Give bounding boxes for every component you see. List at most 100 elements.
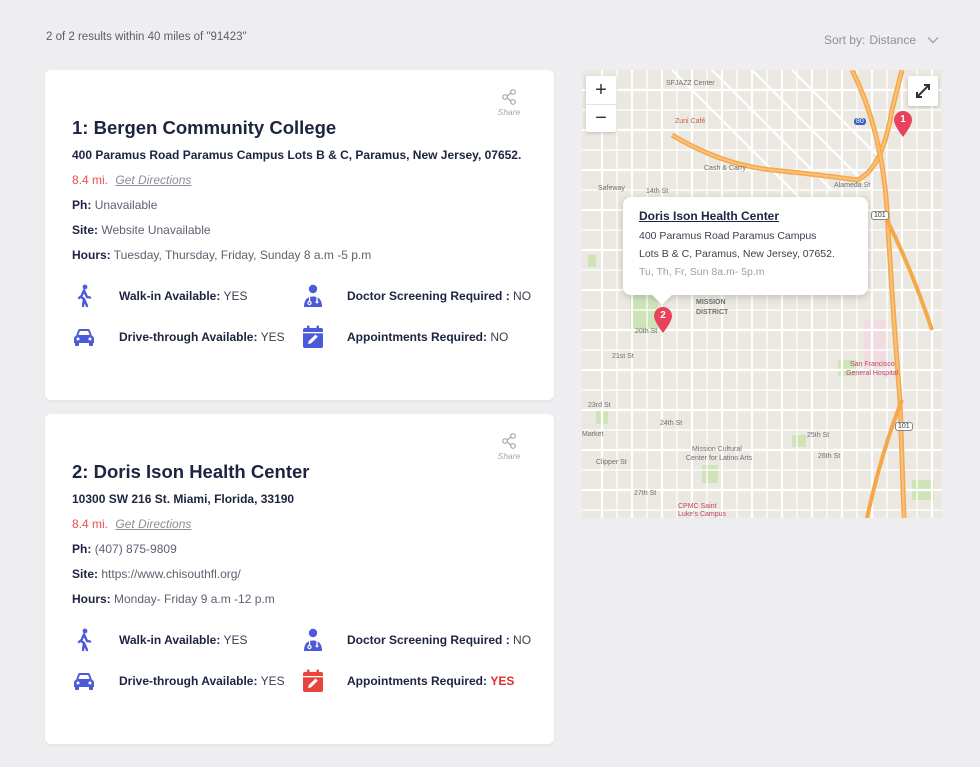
map-label-23rd: 23rd St [588, 402, 611, 409]
result-card-1: Share 1: Bergen Community College 400 Pa… [45, 70, 554, 400]
share-icon [502, 89, 516, 105]
walkin-value: YES [223, 633, 248, 647]
drive-label: Drive-through Available: [119, 674, 258, 688]
zoom-controls: + − [586, 76, 616, 132]
highway-shield-101: 101 [895, 422, 913, 431]
share-label: Share [497, 107, 521, 117]
drive-through-feature: Drive-through Available: YES [72, 325, 285, 349]
appointments-label: Appointments Required: [347, 330, 487, 344]
map-pin-number: 1 [900, 114, 906, 125]
screening-feature: Doctor Screening Required : NO [301, 284, 531, 308]
results-summary: 2 of 2 results within 40 miles of "91423… [46, 31, 247, 43]
distance-row: 8.4 mi. Get Directions [72, 173, 191, 187]
phone-label: Ph: [72, 542, 92, 556]
map-label-alameda: Alameda St [834, 182, 871, 189]
drive-value: YES [260, 330, 285, 344]
distance-value: 8.4 mi. [72, 173, 109, 187]
map-label-market: Market [582, 431, 604, 438]
result-address: 400 Paramus Road Paramus Campus Lots B &… [72, 148, 522, 162]
sort-value: Distance [869, 33, 916, 47]
screening-label: Doctor Screening Required : [347, 289, 510, 303]
screening-value: NO [513, 289, 532, 303]
map-label-27th: 27th St [634, 490, 657, 497]
hours-value: Tuesday, Thursday, Friday, Sunday 8 a.m … [113, 248, 372, 262]
map-label-cpmc-1: CPMC Saint [678, 503, 717, 510]
hours-label: Hours: [72, 592, 111, 606]
screening-value: NO [513, 633, 532, 647]
sort-dropdown[interactable]: Sort by: Distance [824, 33, 940, 47]
map-info-popup: Doris Ison Health Center 400 Paramus Roa… [623, 197, 868, 295]
drive-value: YES [260, 674, 285, 688]
phone-label: Ph: [72, 198, 92, 212]
map[interactable]: Zuni Café SFJAZZ Center Cash & Carry Saf… [582, 70, 942, 518]
calendar-edit-icon [301, 669, 325, 693]
map-label-24th: 24th St [660, 420, 683, 427]
result-title[interactable]: 1: Bergen Community College [72, 117, 336, 139]
fullscreen-button[interactable] [908, 76, 938, 106]
walkin-value: YES [223, 289, 248, 303]
popup-address-line-2: Lots B & C, Paramus, New Jersey, 07652. [639, 248, 835, 260]
get-directions-link[interactable]: Get Directions [115, 173, 191, 187]
highway-shield-101: 101 [871, 211, 889, 220]
share-label: Share [497, 451, 521, 461]
car-icon [72, 325, 96, 349]
chevron-down-icon [927, 37, 939, 44]
walking-person-icon [72, 628, 96, 652]
drive-label: Drive-through Available: [119, 330, 258, 344]
map-label-cpmc-2: Luke's Campus [678, 511, 727, 518]
map-label-mission-1: MISSION [696, 299, 726, 306]
map-label-mission-2: DISTRICT [696, 309, 729, 316]
hours-label: Hours: [72, 248, 111, 262]
hours-row: Hours: Tuesday, Thursday, Friday, Sunday… [72, 248, 371, 262]
phone-row: Ph: Unavailable [72, 198, 157, 212]
phone-row: Ph: (407) 875-9809 [72, 542, 177, 556]
map-label-cultural-1: Mission Cultural [692, 446, 742, 453]
popup-hours: Tu, Th, Fr, Sun 8a.m- 5p.m [639, 266, 765, 278]
site-label: Site: [72, 223, 99, 237]
result-card-2: Share 2: Doris Ison Health Center 10300 … [45, 414, 554, 744]
walkin-feature: Walk-in Available: YES [72, 628, 248, 652]
share-button[interactable]: Share [494, 88, 524, 117]
popup-title-link[interactable]: Doris Ison Health Center [639, 209, 852, 223]
site-label: Site: [72, 567, 99, 581]
site-row: Site: Website Unavailable [72, 223, 211, 237]
zoom-in-button[interactable]: + [586, 76, 616, 104]
expand-icon [916, 84, 930, 98]
share-button[interactable]: Share [494, 432, 524, 461]
appointments-value: NO [490, 330, 509, 344]
phone-value: (407) 875-9809 [94, 542, 177, 556]
result-address: 10300 SW 216 St. Miami, Florida, 33190 [72, 492, 295, 506]
appointments-feature: Appointments Required: YES [301, 669, 514, 693]
map-pin-2[interactable]: 2 [652, 306, 674, 334]
site-value: Website Unavailable [101, 223, 211, 237]
map-label-cash: Cash & Carry [704, 165, 747, 172]
screening-label: Doctor Screening Required : [347, 633, 510, 647]
screening-feature: Doctor Screening Required : NO [301, 628, 531, 652]
appointments-label: Appointments Required: [347, 674, 487, 688]
doctor-icon [301, 284, 325, 308]
phone-value: Unavailable [94, 198, 158, 212]
popup-address-line-1: 400 Paramus Road Paramus Campus [639, 230, 817, 242]
map-label-21st: 21st St [612, 353, 634, 360]
map-label-safeway: Safeway [598, 185, 625, 192]
doctor-icon [301, 628, 325, 652]
zoom-out-button[interactable]: − [586, 104, 616, 132]
map-label-26th: 26th St [818, 453, 841, 460]
get-directions-link[interactable]: Get Directions [115, 517, 191, 531]
map-label-sfjazz: SFJAZZ Center [666, 80, 715, 87]
result-title[interactable]: 2: Doris Ison Health Center [72, 461, 309, 483]
sort-label: Sort by: [823, 33, 866, 47]
site-row: Site: https://www.chisouthfl.org/ [72, 567, 241, 581]
map-label-cultural-2: Center for Latino Arts [686, 455, 753, 462]
map-pin-1[interactable]: 1 [892, 110, 914, 138]
map-label-25th: 25th St [807, 432, 830, 439]
walking-person-icon [72, 284, 96, 308]
car-icon [72, 669, 96, 693]
share-icon [502, 433, 516, 449]
walkin-label: Walk-in Available: [119, 633, 221, 647]
distance-row: 8.4 mi. Get Directions [72, 517, 191, 531]
map-label-zuni: Zuni Café [675, 118, 706, 125]
distance-value: 8.4 mi. [72, 517, 109, 531]
map-label-14th: 14th St [646, 188, 669, 195]
drive-through-feature: Drive-through Available: YES [72, 669, 285, 693]
